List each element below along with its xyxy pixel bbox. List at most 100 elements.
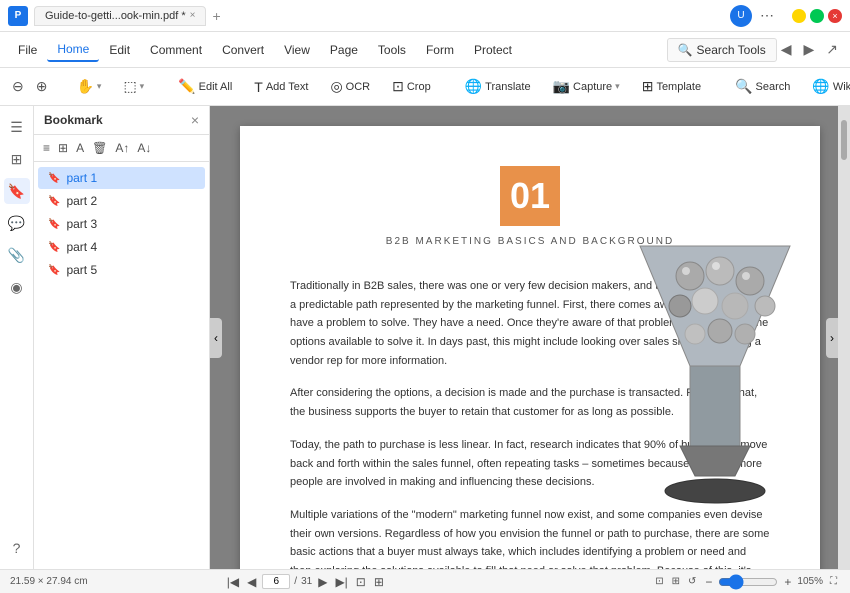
ocr-icon: ◎ bbox=[330, 78, 342, 95]
page-dimensions: 21.59 × 27.94 cm bbox=[10, 576, 88, 587]
capture-button[interactable]: 📷 Capture ▾ bbox=[544, 74, 629, 99]
bookmark-item[interactable]: 🔖 part 3 bbox=[38, 213, 205, 235]
sidebar-icon-layers[interactable]: ◉ bbox=[4, 274, 30, 300]
menu-bar: File Home Edit Comment Convert View Page… bbox=[0, 32, 850, 68]
dual-page-icon[interactable]: ⊞ bbox=[372, 575, 386, 589]
ocr-button[interactable]: ◎ OCR bbox=[321, 74, 379, 99]
bm-move-up-icon[interactable]: A↑ bbox=[112, 139, 132, 157]
translate-button[interactable]: 🌐 Translate bbox=[456, 74, 540, 99]
zoom-out-status-button[interactable]: − bbox=[703, 575, 714, 589]
menu-home[interactable]: Home bbox=[47, 38, 99, 62]
new-tab-button[interactable]: + bbox=[212, 8, 220, 24]
prev-page-button[interactable]: ◀ bbox=[245, 575, 258, 589]
fit-rotate-button[interactable]: ↺ bbox=[685, 575, 699, 588]
tab-close-button[interactable]: × bbox=[190, 10, 196, 21]
zoom-level-label: 105% bbox=[797, 576, 823, 587]
document-tab[interactable]: Guide-to-getti...ook-min.pdf * × bbox=[34, 6, 206, 26]
bookmark-item-icon: 🔖 bbox=[48, 219, 60, 230]
sidebar-icon-attachment[interactable]: 📎 bbox=[4, 242, 30, 268]
nav-share-button[interactable]: ↗ bbox=[822, 39, 842, 60]
hand-tool-button[interactable]: ✋ ▾ bbox=[67, 74, 110, 99]
template-icon: ⊞ bbox=[642, 78, 654, 95]
menu-view[interactable]: View bbox=[274, 39, 320, 61]
title-bar: P Guide-to-getti...ook-min.pdf * × + U ⋯… bbox=[0, 0, 850, 32]
menu-form[interactable]: Form bbox=[416, 39, 464, 61]
pdf-viewer[interactable]: ‹ › 01 B2B Marketing Basics and Backgrou… bbox=[210, 106, 850, 569]
search-tools-button[interactable]: 🔍 Search Tools bbox=[667, 38, 777, 62]
fullscreen-button[interactable]: ⛶ bbox=[827, 575, 840, 588]
translate-icon: 🌐 bbox=[465, 78, 482, 95]
crop-button[interactable]: ⊡ Crop bbox=[383, 74, 440, 99]
sidebar-icon-thumbnail[interactable]: ⊞ bbox=[4, 146, 30, 172]
single-page-icon[interactable]: ⊡ bbox=[354, 575, 368, 589]
bookmark-item-label: part 5 bbox=[66, 263, 97, 277]
tab-filename: Guide-to-getti...ook-min.pdf * bbox=[45, 10, 186, 22]
add-text-label: Add Text bbox=[266, 81, 309, 93]
menu-icon[interactable]: ⋯ bbox=[760, 7, 774, 24]
menu-page[interactable]: Page bbox=[320, 39, 368, 61]
fit-page-button[interactable]: ⊞ bbox=[669, 575, 683, 588]
panel-collapse-right[interactable]: › bbox=[826, 318, 838, 358]
bm-move-down-icon[interactable]: A↓ bbox=[134, 139, 154, 157]
next-page-button[interactable]: ▶ bbox=[316, 575, 329, 589]
select-tool-button[interactable]: ⬚ ▾ bbox=[114, 74, 153, 99]
fit-width-button[interactable]: ⊡ bbox=[652, 575, 666, 588]
bookmark-item[interactable]: 🔖 part 1 bbox=[38, 167, 205, 189]
first-page-button[interactable]: |◀ bbox=[225, 575, 241, 589]
maximize-button[interactable] bbox=[810, 9, 824, 23]
bm-grid-icon[interactable]: ⊞ bbox=[55, 139, 71, 157]
bookmark-item[interactable]: 🔖 part 5 bbox=[38, 259, 205, 281]
bookmark-close-button[interactable]: × bbox=[191, 112, 199, 128]
sidebar-icon-help[interactable]: ? bbox=[4, 535, 30, 561]
sidebar-icon-menu[interactable]: ☰ bbox=[4, 114, 30, 140]
menu-edit[interactable]: Edit bbox=[99, 39, 140, 61]
edit-all-button[interactable]: ✏️ Edit All bbox=[169, 74, 241, 99]
search-icon: 🔍 bbox=[678, 43, 693, 57]
menu-tools[interactable]: Tools bbox=[368, 39, 416, 61]
search-button[interactable]: 🔍 Search bbox=[726, 74, 799, 99]
fit-buttons: ⊡ ⊞ ↺ bbox=[652, 575, 699, 588]
bookmark-item-label: part 2 bbox=[66, 194, 97, 208]
bm-list-icon[interactable]: ≡ bbox=[40, 139, 53, 157]
bookmark-item-icon: 🔖 bbox=[48, 196, 60, 207]
menu-protect[interactable]: Protect bbox=[464, 39, 522, 61]
bm-delete-icon[interactable]: 🗑 bbox=[89, 139, 110, 157]
chapter-number: 01 bbox=[500, 166, 560, 226]
app-logo: P bbox=[8, 6, 28, 26]
sidebar-icon-bookmark[interactable]: 🔖 bbox=[4, 178, 30, 204]
add-text-button[interactable]: T Add Text bbox=[245, 75, 317, 99]
zoom-in-button[interactable]: ⊕ bbox=[32, 76, 52, 97]
pdf-paragraph-4: Multiple variations of the "modern" mark… bbox=[290, 506, 770, 569]
bookmark-item-icon: 🔖 bbox=[48, 173, 60, 184]
bookmark-toolbar: ≡ ⊞ A 🗑 A↑ A↓ bbox=[34, 135, 209, 162]
search-label: Search bbox=[756, 81, 791, 93]
edit-all-label: Edit All bbox=[199, 81, 233, 93]
bookmark-item-icon: 🔖 bbox=[48, 242, 60, 253]
menu-convert[interactable]: Convert bbox=[212, 39, 274, 61]
current-page-input[interactable] bbox=[262, 574, 290, 589]
last-page-button[interactable]: ▶| bbox=[333, 575, 349, 589]
wikipedia-icon: 🌐 bbox=[812, 78, 829, 95]
left-sidebar-icons: ☰ ⊞ 🔖 💬 📎 ◉ ? bbox=[0, 106, 34, 569]
crop-icon: ⊡ bbox=[392, 78, 404, 95]
nav-back-button[interactable]: ◀ bbox=[777, 39, 796, 60]
user-avatar[interactable]: U bbox=[730, 5, 752, 27]
close-button[interactable]: × bbox=[828, 9, 842, 23]
bookmark-item[interactable]: 🔖 part 4 bbox=[38, 236, 205, 258]
capture-dropdown-arrow: ▾ bbox=[615, 81, 620, 92]
zoom-out-button[interactable]: ⊖ bbox=[8, 76, 28, 97]
template-button[interactable]: ⊞ Template bbox=[633, 74, 710, 99]
zoom-slider[interactable] bbox=[718, 574, 778, 590]
minimize-button[interactable] bbox=[792, 9, 806, 23]
sidebar-icon-comment[interactable]: 💬 bbox=[4, 210, 30, 236]
scroll-thumb[interactable] bbox=[841, 120, 847, 160]
wikipedia-button[interactable]: 🌐 Wikipedia bbox=[803, 74, 850, 99]
panel-collapse-left[interactable]: ‹ bbox=[210, 318, 222, 358]
nav-forward-button[interactable]: ▶ bbox=[799, 39, 818, 60]
bm-rename-icon[interactable]: A bbox=[73, 139, 87, 157]
scrollbar[interactable] bbox=[838, 106, 850, 569]
menu-comment[interactable]: Comment bbox=[140, 39, 212, 61]
zoom-in-status-button[interactable]: + bbox=[782, 575, 793, 589]
menu-file[interactable]: File bbox=[8, 39, 47, 61]
bookmark-item[interactable]: 🔖 part 2 bbox=[38, 190, 205, 212]
